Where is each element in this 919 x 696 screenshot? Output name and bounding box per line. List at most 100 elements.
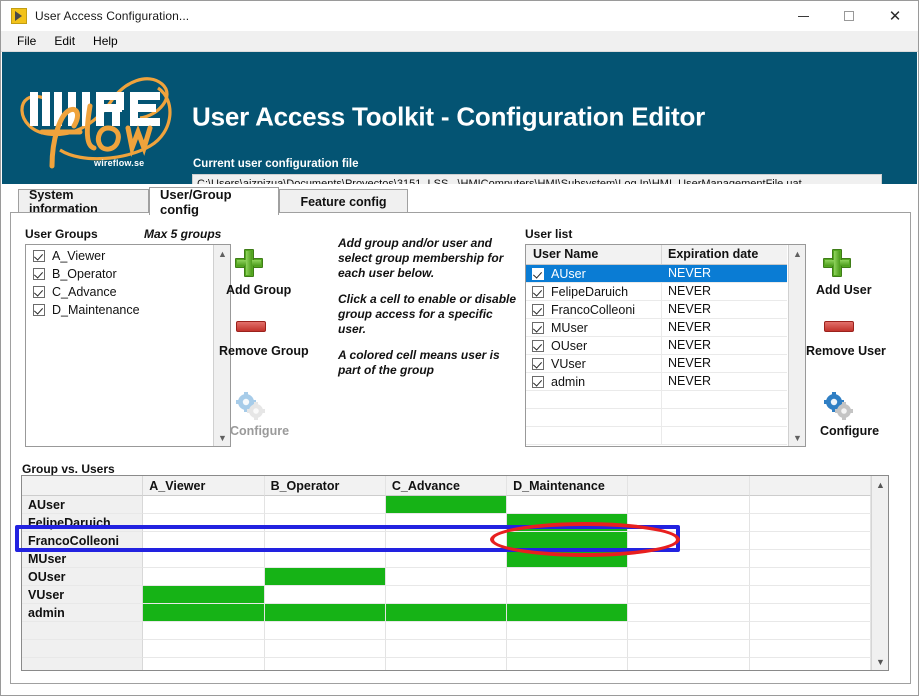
grid-row[interactable]: admin <box>22 604 871 622</box>
configure-group-button[interactable] <box>235 392 265 420</box>
grid-cell-empty[interactable] <box>507 658 629 670</box>
grid-cell-disabled[interactable] <box>264 514 386 532</box>
grid-cell-empty[interactable] <box>628 622 750 640</box>
grid-row-empty[interactable] <box>22 622 871 640</box>
configure-group-label[interactable]: Configure <box>230 424 289 438</box>
grid-cell-enabled[interactable] <box>264 568 386 586</box>
group-checkbox[interactable] <box>33 304 45 316</box>
list-item[interactable]: C_Advance <box>26 283 212 301</box>
grid-cell-disabled[interactable] <box>143 532 265 550</box>
add-user-label[interactable]: Add User <box>816 283 872 297</box>
grid-cell-disabled[interactable] <box>749 586 871 604</box>
add-group-label[interactable]: Add Group <box>226 283 291 297</box>
grid-cell-empty[interactable] <box>385 622 508 640</box>
grid-cell-enabled[interactable] <box>143 604 265 622</box>
menu-item-file[interactable]: File <box>9 33 44 49</box>
menu-item-edit[interactable]: Edit <box>46 33 83 49</box>
tab-user-group-config[interactable]: User/Group config <box>149 187 279 217</box>
grid-cell-empty[interactable] <box>264 622 386 640</box>
tab-feature-config[interactable]: Feature config <box>279 189 408 213</box>
user-name-cell[interactable]: AUser <box>526 265 662 282</box>
grid-cell-enabled[interactable] <box>385 604 508 622</box>
grid-cell-disabled[interactable] <box>264 586 386 604</box>
expiration-date-cell[interactable]: NEVER <box>662 319 787 336</box>
user-enabled-checkbox[interactable] <box>532 285 544 298</box>
table-row-empty[interactable] <box>526 409 787 427</box>
grid-column-header[interactable]: A_Viewer <box>143 476 265 496</box>
add-group-button[interactable] <box>235 249 263 277</box>
grid-cell-disabled[interactable] <box>749 532 871 550</box>
table-row[interactable]: MUser NEVER <box>526 319 787 337</box>
grid-cell-empty[interactable] <box>385 658 508 670</box>
grid-cell-empty[interactable] <box>143 658 265 670</box>
grid-cell-disabled[interactable] <box>507 586 629 604</box>
grid-cell-empty[interactable] <box>749 658 871 670</box>
user-enabled-checkbox[interactable] <box>532 267 544 280</box>
empty-cell[interactable] <box>662 391 787 408</box>
grid-row[interactable]: VUser <box>22 586 871 604</box>
user-enabled-checkbox[interactable] <box>532 339 544 352</box>
user-name-cell[interactable]: admin <box>526 373 662 390</box>
chevron-up-icon[interactable]: ▲ <box>872 476 888 493</box>
user-name-cell[interactable]: VUser <box>526 355 662 372</box>
grid-cell-disabled[interactable] <box>143 496 265 514</box>
expiration-date-cell[interactable]: NEVER <box>662 283 787 300</box>
add-user-button[interactable] <box>823 249 851 277</box>
grid-cell-enabled[interactable] <box>507 604 629 622</box>
grid-cell-disabled[interactable] <box>749 568 871 586</box>
table-row[interactable]: VUser NEVER <box>526 355 787 373</box>
close-button[interactable]: ✕ <box>872 1 918 31</box>
grid-cell-disabled[interactable] <box>749 514 871 532</box>
grid-cell-disabled[interactable] <box>749 496 871 514</box>
grid-cell-empty[interactable] <box>385 640 508 658</box>
minimize-button[interactable] <box>780 1 826 31</box>
user-list-table[interactable]: User Name Expiration date AUser NEVER Feli… <box>525 244 806 447</box>
grid-cell-disabled[interactable] <box>143 514 265 532</box>
grid-cell-disabled[interactable] <box>385 586 508 604</box>
grid-cell-disabled[interactable] <box>385 568 508 586</box>
table-row-empty[interactable] <box>526 391 787 409</box>
grid-cell-empty[interactable] <box>507 640 629 658</box>
column-header-user-name[interactable]: User Name <box>526 245 662 264</box>
grid-cell-disabled[interactable] <box>628 496 750 514</box>
grid-row[interactable]: FelipeDaruich <box>22 514 871 532</box>
list-item[interactable]: D_Maintenance <box>26 301 212 319</box>
grid-cell-disabled[interactable] <box>385 514 508 532</box>
expiration-date-cell[interactable]: NEVER <box>662 265 787 282</box>
column-header-expiration-date[interactable]: Expiration date <box>662 245 787 264</box>
configure-user-button[interactable] <box>823 392 853 420</box>
user-enabled-checkbox[interactable] <box>532 375 544 388</box>
expiration-date-cell[interactable]: NEVER <box>662 355 787 372</box>
user-enabled-checkbox[interactable] <box>532 321 544 334</box>
empty-cell[interactable] <box>662 427 787 444</box>
user-name-cell[interactable]: MUser <box>526 319 662 336</box>
user-list-scrollbar[interactable]: ▲ ▼ <box>788 245 805 446</box>
chevron-down-icon[interactable]: ▼ <box>872 653 888 670</box>
grid-cell-empty[interactable] <box>264 658 386 670</box>
grid-cell-disabled[interactable] <box>264 532 386 550</box>
grid-cell-enabled[interactable] <box>385 496 508 514</box>
user-groups-listbox[interactable]: A_Viewer B_Operator C_Advance D_Maintenance… <box>25 244 231 447</box>
grid-cell-disabled[interactable] <box>628 568 750 586</box>
grid-cell-enabled[interactable] <box>507 550 629 568</box>
grid-cell-disabled[interactable] <box>385 532 508 550</box>
grid-cell-empty[interactable] <box>143 640 265 658</box>
chevron-down-icon[interactable]: ▼ <box>789 429 805 446</box>
table-row[interactable]: AUser NEVER <box>526 265 787 283</box>
maximize-button[interactable] <box>826 1 872 31</box>
chevron-up-icon[interactable]: ▲ <box>214 245 230 262</box>
grid-cell-disabled[interactable] <box>143 568 265 586</box>
group-checkbox[interactable] <box>33 250 45 262</box>
chevron-down-icon[interactable]: ▼ <box>214 429 230 446</box>
grid-cell-empty[interactable] <box>628 640 750 658</box>
group-vs-users-grid[interactable]: A_Viewer B_Operator C_Advance D_Maintenance… <box>21 475 889 671</box>
grid-cell-disabled[interactable] <box>628 604 750 622</box>
grid-cell-disabled[interactable] <box>628 514 750 532</box>
table-row[interactable]: OUser NEVER <box>526 337 787 355</box>
expiration-date-cell[interactable]: NEVER <box>662 337 787 354</box>
grid-row[interactable]: FrancoColleoni <box>22 532 871 550</box>
grid-column-header[interactable]: C_Advance <box>385 476 508 496</box>
grid-cell-disabled[interactable] <box>264 496 386 514</box>
grid-cell-disabled[interactable] <box>507 496 629 514</box>
grid-cell-disabled[interactable] <box>749 604 871 622</box>
